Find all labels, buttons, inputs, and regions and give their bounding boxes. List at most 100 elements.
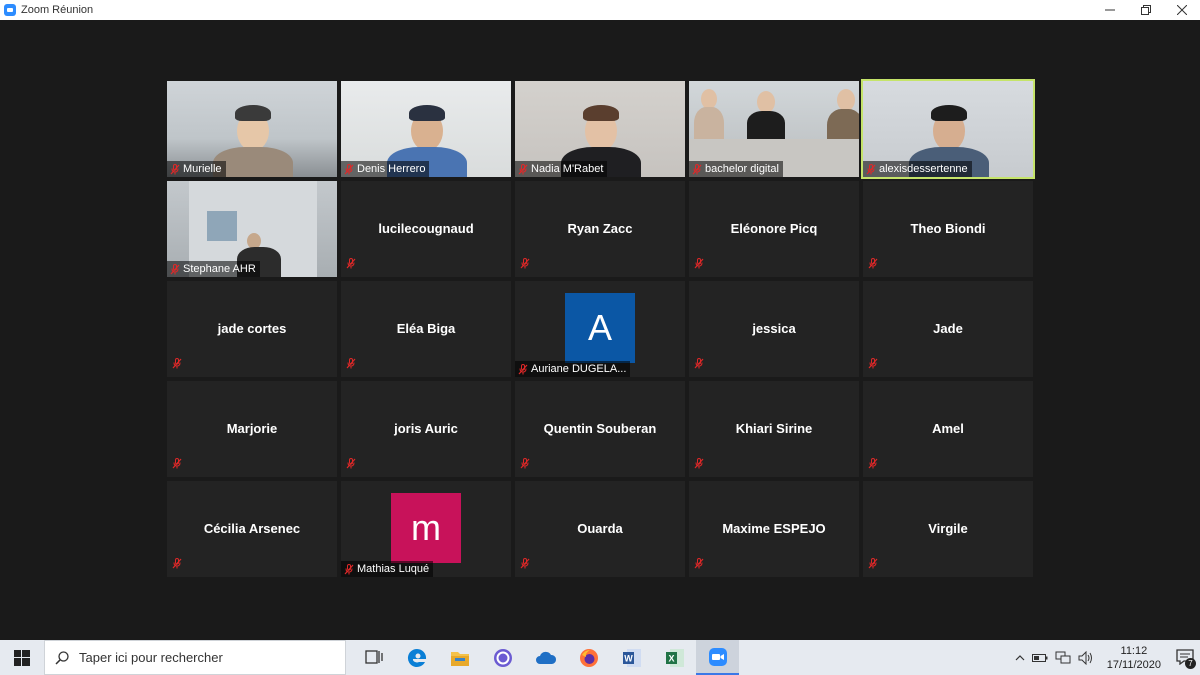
task-view-button[interactable] — [352, 640, 395, 675]
battery-icon[interactable] — [1031, 653, 1048, 663]
participant-tile[interactable]: jessica — [689, 281, 859, 377]
svg-text:X: X — [668, 653, 674, 663]
windows-taskbar: Taper ici pour rechercher W X 11:12 17/1… — [0, 640, 1200, 675]
participant-name: joris Auric — [394, 421, 458, 436]
taskbar-search-box[interactable]: Taper ici pour rechercher — [44, 640, 346, 675]
participant-name: alexisdessertenne — [879, 163, 968, 175]
participant-tile[interactable]: Cécilia Arsenec — [167, 481, 337, 577]
svg-text:W: W — [624, 653, 633, 663]
zoom-icon — [708, 647, 727, 666]
participant-tile[interactable]: Murielle — [167, 81, 337, 177]
participant-tile[interactable]: Maxime ESPEJO — [689, 481, 859, 577]
participant-tile[interactable]: Eléonore Picq — [689, 181, 859, 277]
participant-name: Murielle — [183, 163, 222, 175]
participant-name: Stephane AHR — [183, 263, 256, 275]
participant-name: Eléa Biga — [396, 321, 456, 336]
clock-time: 11:12 — [1120, 644, 1148, 657]
minimize-button[interactable] — [1092, 0, 1128, 20]
muted-mic-icon — [346, 258, 356, 269]
participant-name: Auriane DUGELA... — [531, 363, 627, 375]
participant-tile[interactable]: jade cortes — [167, 281, 337, 377]
file-explorer-icon — [450, 651, 469, 666]
mute-indicator — [172, 356, 182, 374]
file-explorer-button[interactable] — [438, 640, 481, 675]
participant-name-label: Murielle — [167, 161, 226, 177]
participant-name: Cécilia Arsenec — [203, 521, 301, 536]
window-titlebar: Zoom Réunion — [0, 0, 1200, 20]
participant-tile[interactable]: lucilecougnaud — [341, 181, 511, 277]
participant-tile[interactable]: alexisdessertenne — [861, 79, 1035, 179]
edge-icon — [407, 648, 426, 667]
word-button[interactable]: W — [610, 640, 653, 675]
participant-tile[interactable]: Eléa Biga — [341, 281, 511, 377]
muted-mic-icon — [520, 558, 530, 569]
restore-button[interactable] — [1128, 0, 1164, 20]
mute-indicator — [346, 356, 356, 374]
participant-tile[interactable]: Nadia M'Rabet — [515, 81, 685, 177]
onedrive-button[interactable] — [524, 640, 567, 675]
participant-tile[interactable]: Virgile — [863, 481, 1033, 577]
participant-tile[interactable]: Amel — [863, 381, 1033, 477]
volume-icon[interactable] — [1078, 650, 1094, 665]
minimize-icon — [1105, 9, 1115, 11]
onedrive-icon — [535, 651, 556, 664]
zoom-button[interactable] — [696, 640, 739, 675]
muted-mic-icon — [172, 358, 182, 369]
participant-tile[interactable]: Marjorie — [167, 381, 337, 477]
firefox-button[interactable] — [567, 640, 610, 675]
close-icon — [1177, 5, 1187, 15]
participant-tile[interactable]: Khiari Sirine — [689, 381, 859, 477]
start-button[interactable] — [0, 640, 44, 675]
windows-logo-icon — [14, 649, 30, 666]
network-icon[interactable] — [1055, 651, 1071, 665]
avatar-letter: m — [411, 507, 441, 548]
firefox-icon — [579, 648, 598, 667]
mute-indicator — [172, 456, 182, 474]
participant-name-label: alexisdessertenne — [863, 161, 972, 177]
participant-name: Denis Herrero — [357, 163, 426, 175]
search-placeholder: Taper ici pour rechercher — [79, 650, 223, 665]
mute-indicator — [520, 556, 530, 574]
muted-mic-icon — [346, 358, 356, 369]
chevron-up-icon[interactable] — [1015, 654, 1025, 662]
window-title: Zoom Réunion — [21, 4, 94, 16]
participant-tile[interactable]: Theo Biondi — [863, 181, 1033, 277]
participant-tile[interactable]: bachelor digital — [689, 81, 859, 177]
window-controls — [1092, 0, 1200, 20]
muted-mic-icon — [344, 563, 354, 574]
muted-mic-icon — [518, 363, 528, 374]
restore-icon — [1141, 5, 1151, 15]
participant-name: jessica — [752, 321, 796, 336]
participant-tile[interactable]: A Auriane DUGELA... — [515, 281, 685, 377]
participant-tile[interactable]: m Mathias Luqué — [341, 481, 511, 577]
muted-mic-icon — [868, 558, 878, 569]
muted-mic-icon — [520, 258, 530, 269]
muted-mic-icon — [518, 163, 528, 174]
participant-name: Marjorie — [226, 421, 278, 436]
participant-name-label: Nadia M'Rabet — [515, 161, 608, 177]
participant-avatar: A — [565, 293, 635, 363]
excel-button[interactable]: X — [653, 640, 696, 675]
mute-indicator — [694, 256, 704, 274]
muted-mic-icon — [694, 558, 704, 569]
participant-tile[interactable]: joris Auric — [341, 381, 511, 477]
mute-indicator — [520, 256, 530, 274]
participant-tile[interactable]: Ryan Zacc — [515, 181, 685, 277]
participant-tile[interactable]: Stephane AHR — [167, 181, 337, 277]
clock[interactable]: 11:12 17/11/2020 — [1107, 644, 1161, 672]
participant-tile[interactable]: Denis Herrero — [341, 81, 511, 177]
muted-mic-icon — [868, 458, 878, 469]
participant-tile[interactable]: Quentin Souberan — [515, 381, 685, 477]
edge-button[interactable] — [395, 640, 438, 675]
participant-name-label: Mathias Luqué — [341, 561, 434, 577]
mute-indicator — [694, 456, 704, 474]
participant-tile[interactable]: Jade — [863, 281, 1033, 377]
task-view-icon — [364, 649, 383, 664]
app-button[interactable] — [481, 640, 524, 675]
close-button[interactable] — [1164, 0, 1200, 20]
mute-indicator — [868, 456, 878, 474]
participant-tile[interactable]: Ouarda — [515, 481, 685, 577]
mute-indicator — [868, 256, 878, 274]
mute-indicator — [694, 556, 704, 574]
action-center-button[interactable]: 7 — [1176, 648, 1196, 669]
